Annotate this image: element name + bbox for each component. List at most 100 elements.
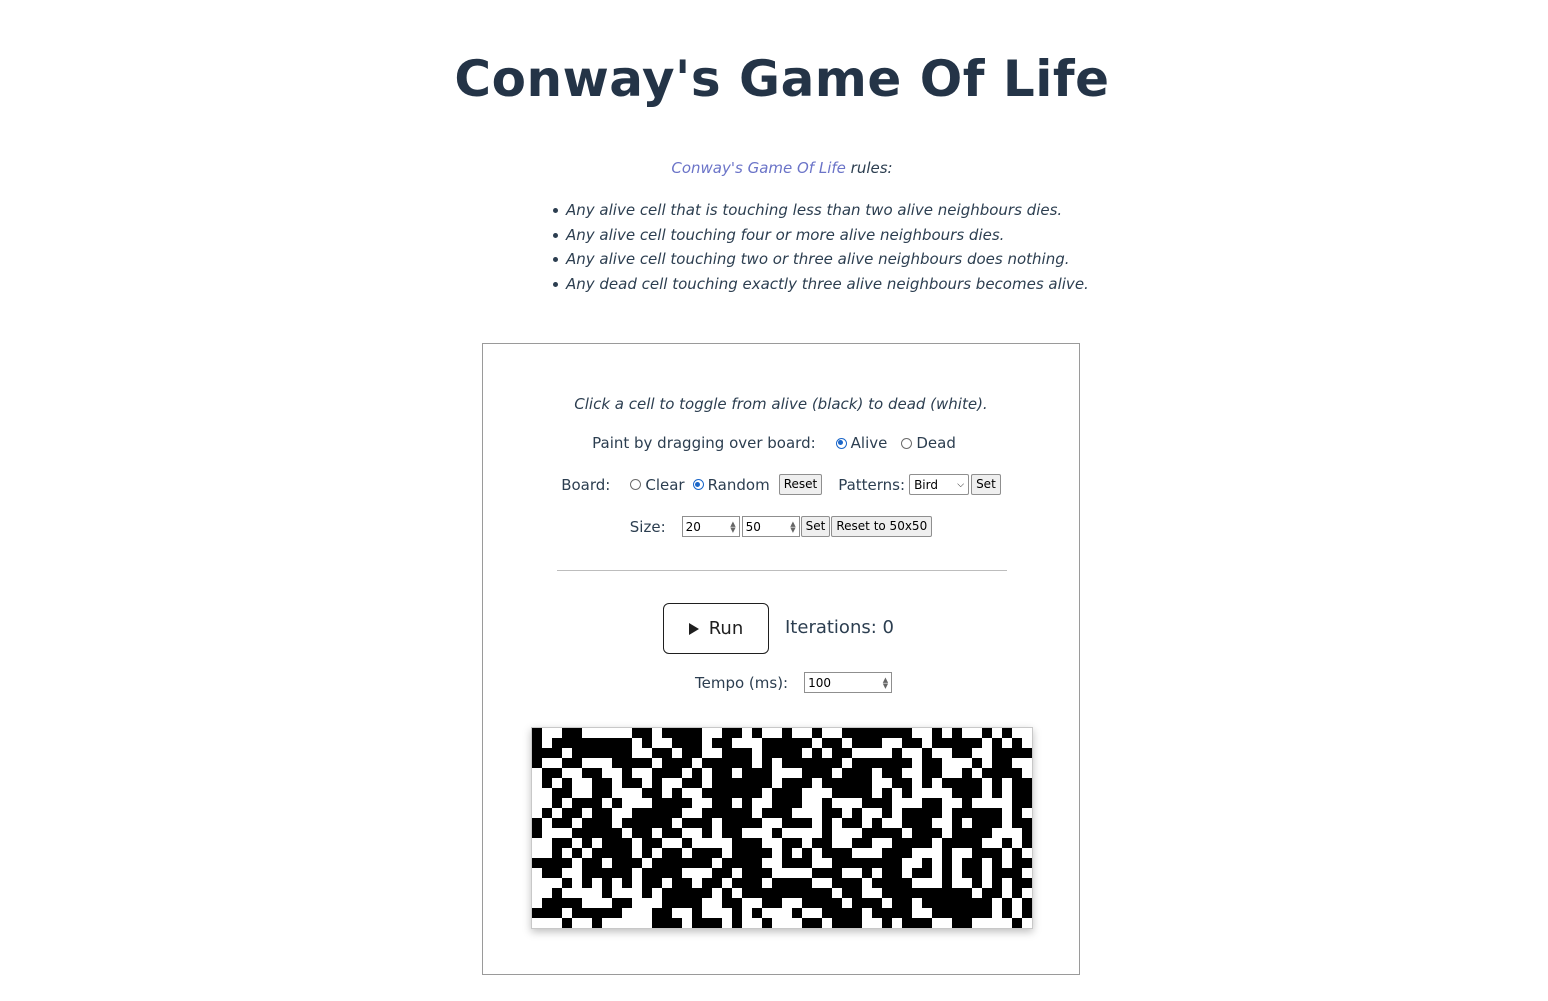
board-cell[interactable] bbox=[722, 778, 732, 788]
board-cell[interactable] bbox=[612, 868, 622, 878]
board-cell[interactable] bbox=[562, 878, 572, 888]
board-cell[interactable] bbox=[832, 818, 842, 828]
board-cell[interactable] bbox=[912, 848, 922, 858]
board-cell[interactable] bbox=[992, 808, 1002, 818]
board-cell[interactable] bbox=[752, 738, 762, 748]
board-cell[interactable] bbox=[842, 748, 852, 758]
board-cell[interactable] bbox=[542, 788, 552, 798]
board-cell[interactable] bbox=[992, 728, 1002, 738]
board-cell[interactable] bbox=[662, 798, 672, 808]
board-cell[interactable] bbox=[892, 818, 902, 828]
board-cell[interactable] bbox=[922, 748, 932, 758]
board-cell[interactable] bbox=[1002, 748, 1012, 758]
board-cell[interactable] bbox=[1022, 898, 1032, 908]
board-cell[interactable] bbox=[662, 838, 672, 848]
board-cell[interactable] bbox=[772, 918, 782, 928]
board-cell[interactable] bbox=[942, 918, 952, 928]
board-cell[interactable] bbox=[692, 728, 702, 738]
board-cell[interactable] bbox=[1002, 788, 1012, 798]
board-cell[interactable] bbox=[702, 738, 712, 748]
board-cell[interactable] bbox=[852, 768, 862, 778]
board-cell[interactable] bbox=[872, 868, 882, 878]
board-cell[interactable] bbox=[792, 848, 802, 858]
board-cell[interactable] bbox=[1012, 898, 1022, 908]
board-cell[interactable] bbox=[582, 848, 592, 858]
board-cell[interactable] bbox=[712, 768, 722, 778]
board-cell[interactable] bbox=[692, 738, 702, 748]
board-cell[interactable] bbox=[562, 898, 572, 908]
board-cell[interactable] bbox=[842, 868, 852, 878]
board-cell[interactable] bbox=[982, 868, 992, 878]
board-cell[interactable] bbox=[572, 818, 582, 828]
board-cell[interactable] bbox=[552, 768, 562, 778]
board-cell[interactable] bbox=[1012, 878, 1022, 888]
board-cell[interactable] bbox=[622, 878, 632, 888]
board-cell[interactable] bbox=[852, 798, 862, 808]
board-cell[interactable] bbox=[622, 788, 632, 798]
board-cell[interactable] bbox=[902, 758, 912, 768]
board-cell[interactable] bbox=[532, 738, 542, 748]
board-cell[interactable] bbox=[712, 838, 722, 848]
board-cell[interactable] bbox=[982, 758, 992, 768]
board-cell[interactable] bbox=[642, 838, 652, 848]
board-cell[interactable] bbox=[752, 818, 762, 828]
board-cell[interactable] bbox=[1002, 768, 1012, 778]
board-cell[interactable] bbox=[902, 908, 912, 918]
board-cell[interactable] bbox=[582, 808, 592, 818]
board-cell[interactable] bbox=[882, 838, 892, 848]
board-cell[interactable] bbox=[712, 728, 722, 738]
board-cell[interactable] bbox=[722, 838, 732, 848]
board-cell[interactable] bbox=[1022, 848, 1032, 858]
board-cell[interactable] bbox=[682, 908, 692, 918]
board-cell[interactable] bbox=[852, 838, 862, 848]
board-cell[interactable] bbox=[672, 828, 682, 838]
board-cell[interactable] bbox=[672, 728, 682, 738]
board-cell[interactable] bbox=[982, 848, 992, 858]
board-cell[interactable] bbox=[972, 918, 982, 928]
board-cell[interactable] bbox=[592, 788, 602, 798]
board-cell[interactable] bbox=[592, 848, 602, 858]
board-cell[interactable] bbox=[1002, 918, 1012, 928]
board-cell[interactable] bbox=[802, 728, 812, 738]
board-cell[interactable] bbox=[692, 818, 702, 828]
board-cell[interactable] bbox=[912, 738, 922, 748]
board-cell[interactable] bbox=[862, 898, 872, 908]
board-cell[interactable] bbox=[942, 828, 952, 838]
board-cell[interactable] bbox=[632, 898, 642, 908]
board-cell[interactable] bbox=[1012, 728, 1022, 738]
board-cell[interactable] bbox=[732, 838, 742, 848]
board-cell[interactable] bbox=[632, 768, 642, 778]
board-cell[interactable] bbox=[872, 738, 882, 748]
board-cell[interactable] bbox=[572, 898, 582, 908]
board-cell[interactable] bbox=[582, 788, 592, 798]
board-cell[interactable] bbox=[862, 738, 872, 748]
board-cell[interactable] bbox=[692, 808, 702, 818]
board-cell[interactable] bbox=[992, 738, 1002, 748]
board-cell[interactable] bbox=[872, 858, 882, 868]
board-cell[interactable] bbox=[832, 808, 842, 818]
board-cell[interactable] bbox=[932, 828, 942, 838]
board-cell[interactable] bbox=[882, 748, 892, 758]
board-cell[interactable] bbox=[602, 788, 612, 798]
board-cell[interactable] bbox=[682, 738, 692, 748]
board-cell[interactable] bbox=[822, 858, 832, 868]
board-cell[interactable] bbox=[782, 868, 792, 878]
board-cell[interactable] bbox=[702, 888, 712, 898]
board-cell[interactable] bbox=[722, 798, 732, 808]
board-cell[interactable] bbox=[602, 858, 612, 868]
board-cell[interactable] bbox=[652, 898, 662, 908]
board-cell[interactable] bbox=[702, 908, 712, 918]
board-cell[interactable] bbox=[552, 888, 562, 898]
board-cell[interactable] bbox=[702, 728, 712, 738]
board-cell[interactable] bbox=[662, 768, 672, 778]
board-cell[interactable] bbox=[612, 798, 622, 808]
board-cell[interactable] bbox=[922, 768, 932, 778]
board-cell[interactable] bbox=[862, 778, 872, 788]
board-cell[interactable] bbox=[822, 908, 832, 918]
board-cell[interactable] bbox=[952, 798, 962, 808]
board-cell[interactable] bbox=[562, 738, 572, 748]
board-cell[interactable] bbox=[892, 858, 902, 868]
board-cell[interactable] bbox=[992, 888, 1002, 898]
board-cell[interactable] bbox=[862, 908, 872, 918]
board-cell[interactable] bbox=[842, 788, 852, 798]
